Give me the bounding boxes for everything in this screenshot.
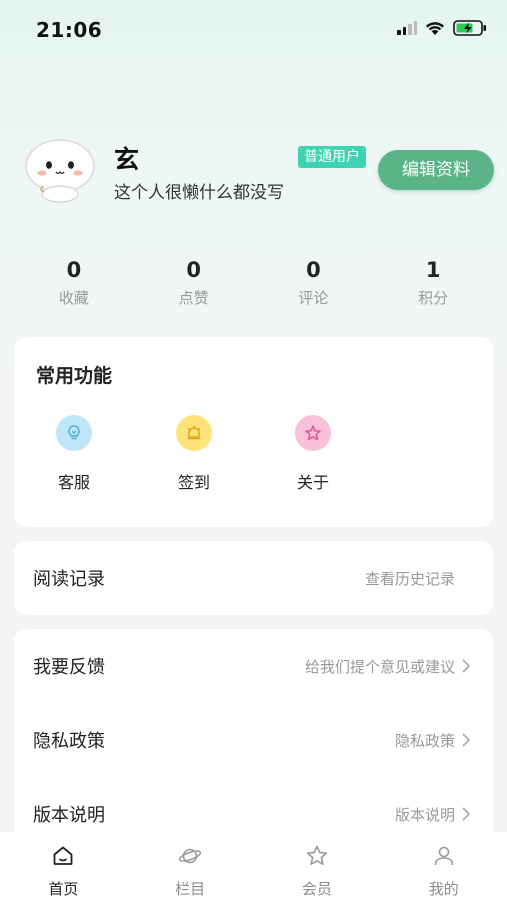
user-bio: 这个人很懒什么都没写 bbox=[114, 183, 284, 203]
stat-value: 0 bbox=[186, 258, 201, 282]
row-label: 版本说明 bbox=[33, 805, 105, 826]
tab-mine[interactable]: 我的 bbox=[380, 832, 507, 900]
chevron-right-icon bbox=[462, 807, 471, 821]
signal-icon bbox=[397, 21, 417, 35]
row-value: 版本说明 bbox=[394, 806, 455, 824]
feature-label: 关于 bbox=[296, 473, 329, 492]
tab-label: 首页 bbox=[48, 880, 79, 898]
stat-points[interactable]: 1 积分 bbox=[373, 255, 493, 315]
reading-history-card[interactable]: 阅读记录 查看历史记录 bbox=[14, 541, 493, 615]
stat-value: 0 bbox=[66, 258, 82, 282]
customer-service-icon bbox=[56, 415, 92, 451]
avatar[interactable] bbox=[22, 136, 98, 204]
chevron-right-icon bbox=[462, 659, 471, 673]
wifi-icon bbox=[426, 21, 444, 35]
tab-label: 栏目 bbox=[175, 880, 206, 898]
stat-favorites[interactable]: 0 收藏 bbox=[14, 255, 134, 315]
card-title: 常用功能 bbox=[36, 365, 113, 387]
feature-sign-in[interactable]: 签到 bbox=[149, 415, 239, 493]
tab-label: 会员 bbox=[301, 880, 332, 898]
feature-about[interactable]: 关于 bbox=[268, 415, 358, 493]
edit-profile-button[interactable]: 编辑资料 bbox=[378, 150, 494, 190]
row-label: 阅读记录 bbox=[33, 569, 105, 590]
reading-history-row[interactable]: 阅读记录 查看历史记录 bbox=[14, 541, 493, 615]
planet-icon bbox=[178, 848, 202, 864]
sign-in-icon bbox=[176, 415, 212, 451]
stat-label: 积分 bbox=[418, 289, 449, 307]
chevron-right-icon bbox=[462, 733, 471, 747]
bottom-tab-bar: 首页 栏目 会员 我的 bbox=[0, 832, 507, 900]
status-icons bbox=[397, 20, 487, 36]
row-value: 给我们提个意见或建议 bbox=[304, 658, 455, 676]
row-value: 查看历史记录 bbox=[364, 570, 455, 588]
tab-home[interactable]: 首页 bbox=[0, 832, 127, 900]
battery-charging-icon bbox=[453, 20, 486, 36]
stat-value: 0 bbox=[306, 258, 321, 282]
feedback-row[interactable]: 我要反馈 给我们提个意见或建议 bbox=[14, 629, 493, 703]
common-features-card: 常用功能 客服 签到 关于 bbox=[14, 337, 493, 527]
row-value: 隐私政策 bbox=[394, 732, 455, 750]
stat-comments[interactable]: 0 评论 bbox=[254, 255, 374, 315]
stat-likes[interactable]: 0 点赞 bbox=[134, 255, 254, 315]
feature-label: 客服 bbox=[57, 473, 90, 492]
feature-customer-service[interactable]: 客服 bbox=[29, 415, 119, 493]
profile-header: 玄 普通用户 这个人很懒什么都没写 编辑资料 bbox=[0, 130, 507, 210]
feature-label: 签到 bbox=[177, 473, 210, 492]
stat-label: 点赞 bbox=[178, 289, 209, 307]
stats-bar: 0 收藏 0 点赞 0 评论 1 积分 bbox=[14, 255, 493, 315]
status-bar: 21:06 bbox=[0, 0, 507, 60]
stat-label: 收藏 bbox=[58, 289, 89, 307]
row-label: 我要反馈 bbox=[33, 657, 105, 678]
user-icon bbox=[434, 846, 453, 866]
username: 玄 bbox=[114, 145, 140, 174]
settings-card: 我要反馈 给我们提个意见或建议 隐私政策 隐私政策 版本说明 版本说明 bbox=[14, 629, 493, 859]
home-icon bbox=[53, 846, 73, 865]
tab-columns[interactable]: 栏目 bbox=[127, 832, 254, 900]
tab-membership[interactable]: 会员 bbox=[254, 832, 381, 900]
privacy-policy-row[interactable]: 隐私政策 隐私政策 bbox=[14, 703, 493, 777]
stat-value: 1 bbox=[425, 258, 441, 282]
user-level-badge: 普通用户 bbox=[298, 146, 366, 168]
star-icon bbox=[295, 415, 331, 451]
star-icon bbox=[306, 845, 327, 865]
row-label: 隐私政策 bbox=[33, 731, 105, 752]
status-time: 21:06 bbox=[36, 18, 103, 42]
stat-label: 评论 bbox=[298, 289, 329, 307]
tab-label: 我的 bbox=[428, 880, 459, 898]
